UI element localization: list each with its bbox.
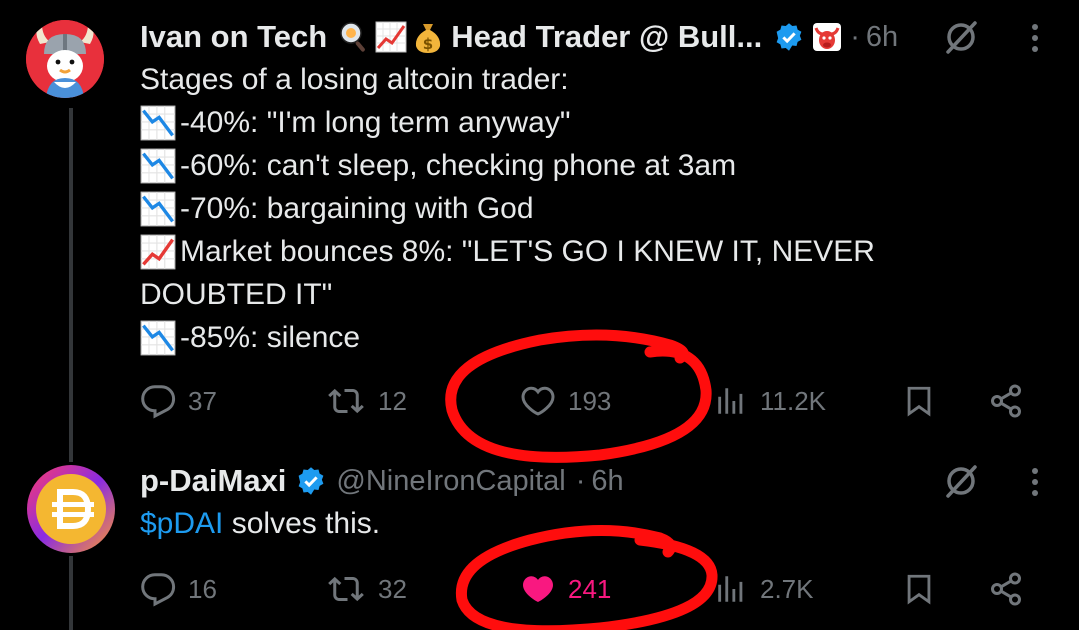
thread-line xyxy=(69,108,73,462)
views-count: 2.7K xyxy=(760,573,814,604)
chart-down-icon xyxy=(140,320,180,356)
repost-button[interactable]: 32 xyxy=(326,564,407,614)
bookmark-button[interactable] xyxy=(902,376,936,426)
views-button[interactable]: 11.2K xyxy=(714,376,826,426)
repost-icon xyxy=(328,576,364,602)
thread-line xyxy=(69,556,73,630)
more-options-icon[interactable] xyxy=(1028,466,1042,503)
bookmark-icon xyxy=(907,386,931,417)
chart-down-icon xyxy=(140,148,180,184)
bookmark-button[interactable] xyxy=(902,564,936,614)
grok-icon[interactable] xyxy=(942,462,980,505)
line-text: Stages of a losing altcoin trader: xyxy=(140,63,569,96)
repost-count: 32 xyxy=(378,573,407,604)
chart-down-icon xyxy=(140,191,180,227)
more-options-icon[interactable] xyxy=(1028,22,1042,59)
line-text: -70%: bargaining with God xyxy=(180,192,534,225)
bookmark-icon xyxy=(907,574,931,605)
reply-count: 16 xyxy=(188,573,217,604)
line-text: Market bounces 8%: "LET'S GO I KNEW IT, … xyxy=(180,235,875,268)
bull-emoji-icon xyxy=(812,22,842,52)
tweet-line: -60%: can't sleep, checking phone at 3am xyxy=(140,144,1040,187)
reply-button[interactable]: 16 xyxy=(140,564,217,614)
tweet-line: Stages of a losing altcoin trader: xyxy=(140,58,1040,101)
tweet-actions: 37 12 193 11.2K xyxy=(140,376,1040,426)
verified-badge-icon xyxy=(296,466,326,496)
like-count: 193 xyxy=(568,385,612,416)
line-text: -60%: can't sleep, checking phone at 3am xyxy=(180,149,737,182)
line-text: DOUBTED IT" xyxy=(140,278,333,311)
tweet-line: -40%: "I'm long term anyway" xyxy=(140,101,1040,144)
tweet-line: Market bounces 8%: "LET'S GO I KNEW IT, … xyxy=(140,230,1040,273)
heart-icon xyxy=(521,386,555,416)
timestamp[interactable]: 6h xyxy=(591,465,623,498)
author-title[interactable]: Head Trader @ Bull... xyxy=(451,19,762,55)
author-name[interactable]: p-DaiMaxi xyxy=(140,463,286,499)
tweet-header: Ivan on Tech $ Head Trader @ Bull... · 6… xyxy=(140,14,898,60)
separator-dot: · xyxy=(850,20,860,53)
magnifier-icon xyxy=(339,21,369,53)
reply-count: 37 xyxy=(188,385,217,416)
tweet-line: -85%: silence xyxy=(140,316,1040,359)
money-bag-icon: $ xyxy=(413,20,443,54)
separator-dot: · xyxy=(575,464,586,497)
like-button[interactable]: 193 xyxy=(520,376,611,426)
author-name[interactable]: Ivan on Tech xyxy=(140,19,327,55)
line-text: -85%: silence xyxy=(180,321,361,354)
verified-badge-icon xyxy=(774,22,804,52)
svg-text:$: $ xyxy=(423,35,433,53)
tweet-header: p-DaiMaxi @NineIronCapital · 6h xyxy=(140,458,624,504)
like-button[interactable]: 241 xyxy=(520,564,611,614)
timestamp[interactable]: 6h xyxy=(866,21,898,54)
repost-button[interactable]: 12 xyxy=(326,376,407,426)
tweet-text: Stages of a losing altcoin trader: -40%:… xyxy=(140,58,1040,359)
views-icon xyxy=(718,388,743,414)
reply-icon xyxy=(141,573,176,607)
avatar[interactable] xyxy=(26,464,116,554)
avatar[interactable] xyxy=(26,20,104,98)
reply-button[interactable]: 37 xyxy=(140,376,217,426)
tweet-actions: 16 32 241 2.7K xyxy=(140,564,1040,614)
repost-icon xyxy=(328,388,364,414)
share-button[interactable] xyxy=(988,376,1024,426)
chart-up-icon xyxy=(140,234,180,270)
tweet-line: -70%: bargaining with God xyxy=(140,187,1040,230)
chart-up-icon xyxy=(375,21,407,53)
repost-count: 12 xyxy=(378,385,407,416)
grok-icon[interactable] xyxy=(942,18,980,61)
share-icon xyxy=(991,572,1021,606)
author-handle[interactable]: @NineIronCapital xyxy=(336,465,565,498)
heart-filled-icon xyxy=(523,576,553,602)
views-button[interactable]: 2.7K xyxy=(714,564,814,614)
like-count: 241 xyxy=(568,573,612,604)
share-icon xyxy=(991,384,1021,418)
share-button[interactable] xyxy=(988,564,1024,614)
tweet-text-rest: solves this. xyxy=(223,507,381,540)
line-text: -40%: "I'm long term anyway" xyxy=(180,106,571,139)
tweet-line: DOUBTED IT" xyxy=(140,273,1040,316)
views-count: 11.2K xyxy=(760,385,827,416)
tweet-text: $pDAI solves this. xyxy=(140,502,380,545)
views-icon xyxy=(718,576,743,602)
reply-icon xyxy=(141,385,176,419)
cashtag-link[interactable]: $pDAI xyxy=(140,507,223,540)
chart-down-icon xyxy=(140,105,180,141)
